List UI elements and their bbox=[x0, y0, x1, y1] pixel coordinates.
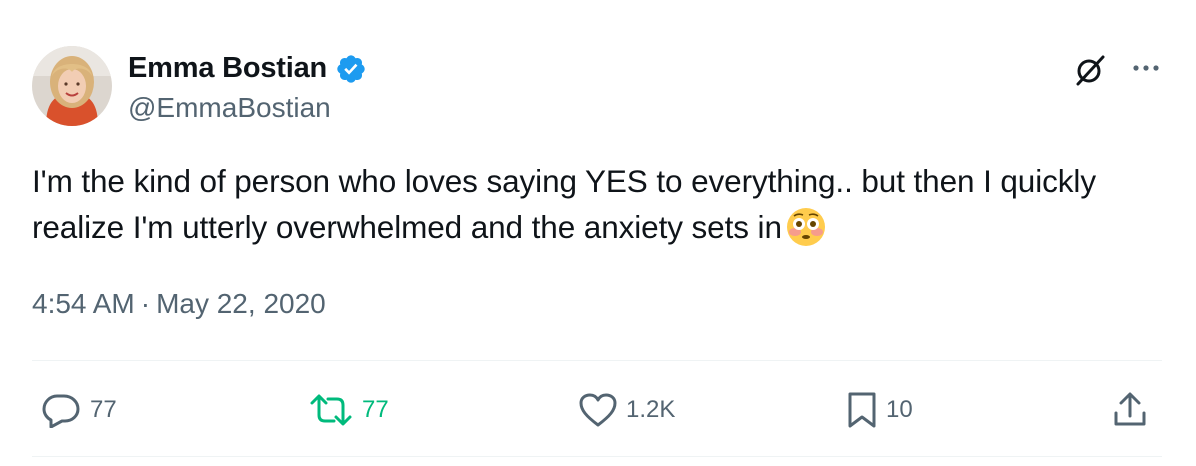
share-icon bbox=[1114, 392, 1146, 426]
author-name-row: Emma Bostian bbox=[128, 52, 367, 85]
tweet-date: May 22, 2020 bbox=[156, 288, 326, 319]
timestamp-separator: · bbox=[140, 288, 151, 319]
avatar[interactable] bbox=[32, 46, 112, 126]
reply-icon bbox=[42, 394, 80, 428]
bookmark-icon bbox=[848, 392, 876, 428]
more-icon[interactable] bbox=[1128, 56, 1164, 80]
bookmark-button[interactable]: 10 bbox=[846, 390, 913, 430]
tweet-card: Emma Bostian @EmmaBostian I'm the kind o… bbox=[0, 0, 1196, 466]
grok-icon[interactable] bbox=[1072, 52, 1108, 88]
like-count: 1.2K bbox=[626, 396, 676, 423]
flushed-face-icon bbox=[786, 207, 825, 246]
divider bbox=[32, 360, 1162, 361]
author-name[interactable]: Emma Bostian bbox=[128, 52, 327, 85]
bookmark-count: 10 bbox=[886, 396, 913, 423]
author-handle[interactable]: @EmmaBostian bbox=[128, 92, 331, 124]
like-button[interactable]: 1.2K bbox=[578, 390, 675, 430]
like-icon bbox=[579, 393, 617, 427]
tweet-timestamp[interactable]: 4:54 AM · May 22, 2020 bbox=[32, 288, 326, 320]
reply-button[interactable]: 77 bbox=[40, 390, 117, 430]
verified-badge-icon bbox=[337, 54, 365, 83]
tweet-text-content: I'm the kind of person who loves saying … bbox=[32, 163, 1096, 245]
divider bbox=[32, 456, 1162, 457]
tweet-text: I'm the kind of person who loves saying … bbox=[32, 158, 1162, 250]
retweet-icon bbox=[310, 394, 352, 426]
share-button[interactable] bbox=[1112, 390, 1148, 430]
tweet-time: 4:54 AM bbox=[32, 288, 135, 319]
retweet-count: 77 bbox=[362, 396, 389, 423]
retweet-button[interactable]: 77 bbox=[308, 390, 389, 430]
reply-count: 77 bbox=[90, 396, 117, 423]
